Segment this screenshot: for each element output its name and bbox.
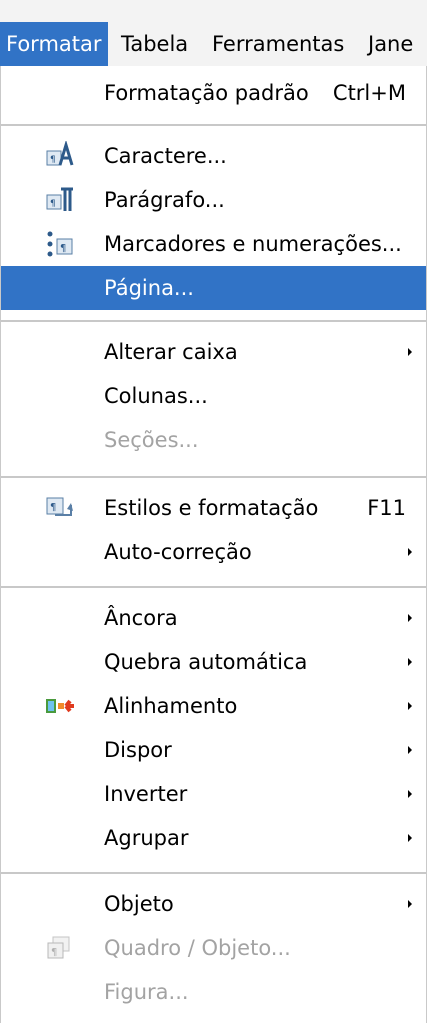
menu-item-label: Agrupar — [104, 826, 189, 850]
menu-item-object[interactable]: Objeto — [1, 882, 426, 926]
menu-item-character[interactable]: ¶ Caractere... — [1, 134, 426, 178]
submenu-arrow-icon — [408, 834, 412, 842]
submenu-arrow-icon — [408, 790, 412, 798]
svg-text:¶: ¶ — [50, 199, 56, 209]
paragraph-format-icon: ¶ — [46, 187, 73, 211]
alignment-icon — [46, 699, 74, 713]
menu-item-flip[interactable]: Inverter — [1, 772, 426, 816]
svg-text:¶: ¶ — [50, 155, 56, 165]
svg-text:¶: ¶ — [50, 502, 56, 513]
menu-item-shortcut: Ctrl+M — [332, 81, 406, 105]
menu-item-shortcut: F11 — [367, 496, 406, 520]
menu-separator — [1, 124, 426, 126]
submenu-arrow-icon — [408, 548, 412, 556]
submenu-arrow-icon — [408, 900, 412, 908]
menu-item-label: Marcadores e numerações... — [104, 232, 402, 256]
menu-item-group[interactable]: Agrupar — [1, 816, 426, 860]
menu-item-picture: Figura... — [1, 970, 426, 1014]
bullets-numbering-icon: ¶ — [47, 231, 73, 257]
svg-text:¶: ¶ — [51, 947, 57, 958]
menu-item-label: Colunas... — [104, 384, 208, 408]
menu-item-label: Estilos e formatação — [104, 496, 319, 520]
menu-item-anchor[interactable]: Âncora — [1, 596, 426, 640]
menu-item-wrap[interactable]: Quebra automática — [1, 640, 426, 684]
menu-separator — [1, 320, 426, 322]
menubar-item-janela[interactable]: Jane — [362, 22, 419, 66]
submenu-arrow-icon — [408, 348, 412, 356]
menu-item-label: Alterar caixa — [104, 340, 238, 364]
menu-item-default-formatting[interactable]: Formatação padrão Ctrl+M — [1, 71, 426, 115]
menu-item-label: Inverter — [104, 782, 188, 806]
menu-item-label: Seções... — [104, 428, 199, 452]
format-dropdown-menu: Formatação padrão Ctrl+M ¶ Caractere... … — [0, 66, 427, 1023]
menu-item-label: Formatação padrão — [104, 81, 309, 105]
menubar-item-tabela[interactable]: Tabela — [115, 22, 194, 66]
submenu-arrow-icon — [408, 658, 412, 666]
menu-item-label: Caractere... — [104, 144, 227, 168]
character-format-icon: ¶ — [46, 141, 74, 166]
menubar-item-formatar[interactable]: Formatar — [0, 22, 108, 66]
menu-item-arrange[interactable]: Dispor — [1, 728, 426, 772]
menu-item-paragraph[interactable]: ¶ Parágrafo... — [1, 178, 426, 222]
menu-item-label: Quebra automática — [104, 650, 308, 674]
menu-item-label: Alinhamento — [104, 694, 238, 718]
menu-separator — [1, 872, 426, 874]
menu-item-label: Página... — [104, 276, 194, 300]
menu-item-alignment[interactable]: Alinhamento — [1, 684, 426, 728]
menu-item-label: Dispor — [104, 738, 172, 762]
menu-item-change-case[interactable]: Alterar caixa — [1, 330, 426, 374]
menubar-item-ferramentas[interactable]: Ferramentas — [206, 22, 350, 66]
menu-separator — [1, 586, 426, 588]
menu-item-columns[interactable]: Colunas... — [1, 374, 426, 418]
frame-object-icon: ¶ — [47, 936, 70, 959]
menu-item-styles-formatting[interactable]: ¶ Estilos e formatação F11 — [1, 486, 426, 530]
svg-text:¶: ¶ — [60, 243, 66, 254]
menu-item-label: Objeto — [104, 892, 174, 916]
submenu-arrow-icon — [408, 614, 412, 622]
menu-item-label: Auto-correção — [104, 540, 252, 564]
menu-item-page[interactable]: Página... — [1, 266, 426, 310]
submenu-arrow-icon — [408, 746, 412, 754]
menu-item-frame-object: ¶ Quadro / Objeto... — [1, 926, 426, 970]
submenu-arrow-icon — [408, 702, 412, 710]
menu-item-label: Quadro / Objeto... — [104, 936, 291, 960]
menu-item-label: Âncora — [104, 606, 178, 630]
menu-item-bullets-numbering[interactable]: ¶ Marcadores e numerações... — [1, 222, 426, 266]
styles-formatting-icon: ¶ — [46, 497, 73, 516]
menu-item-autocorrect[interactable]: Auto-correção — [1, 530, 426, 574]
menu-separator — [1, 476, 426, 478]
menu-item-label: Figura... — [104, 980, 189, 1004]
menu-item-label: Parágrafo... — [104, 188, 225, 212]
menu-item-sections: Seções... — [1, 418, 426, 462]
